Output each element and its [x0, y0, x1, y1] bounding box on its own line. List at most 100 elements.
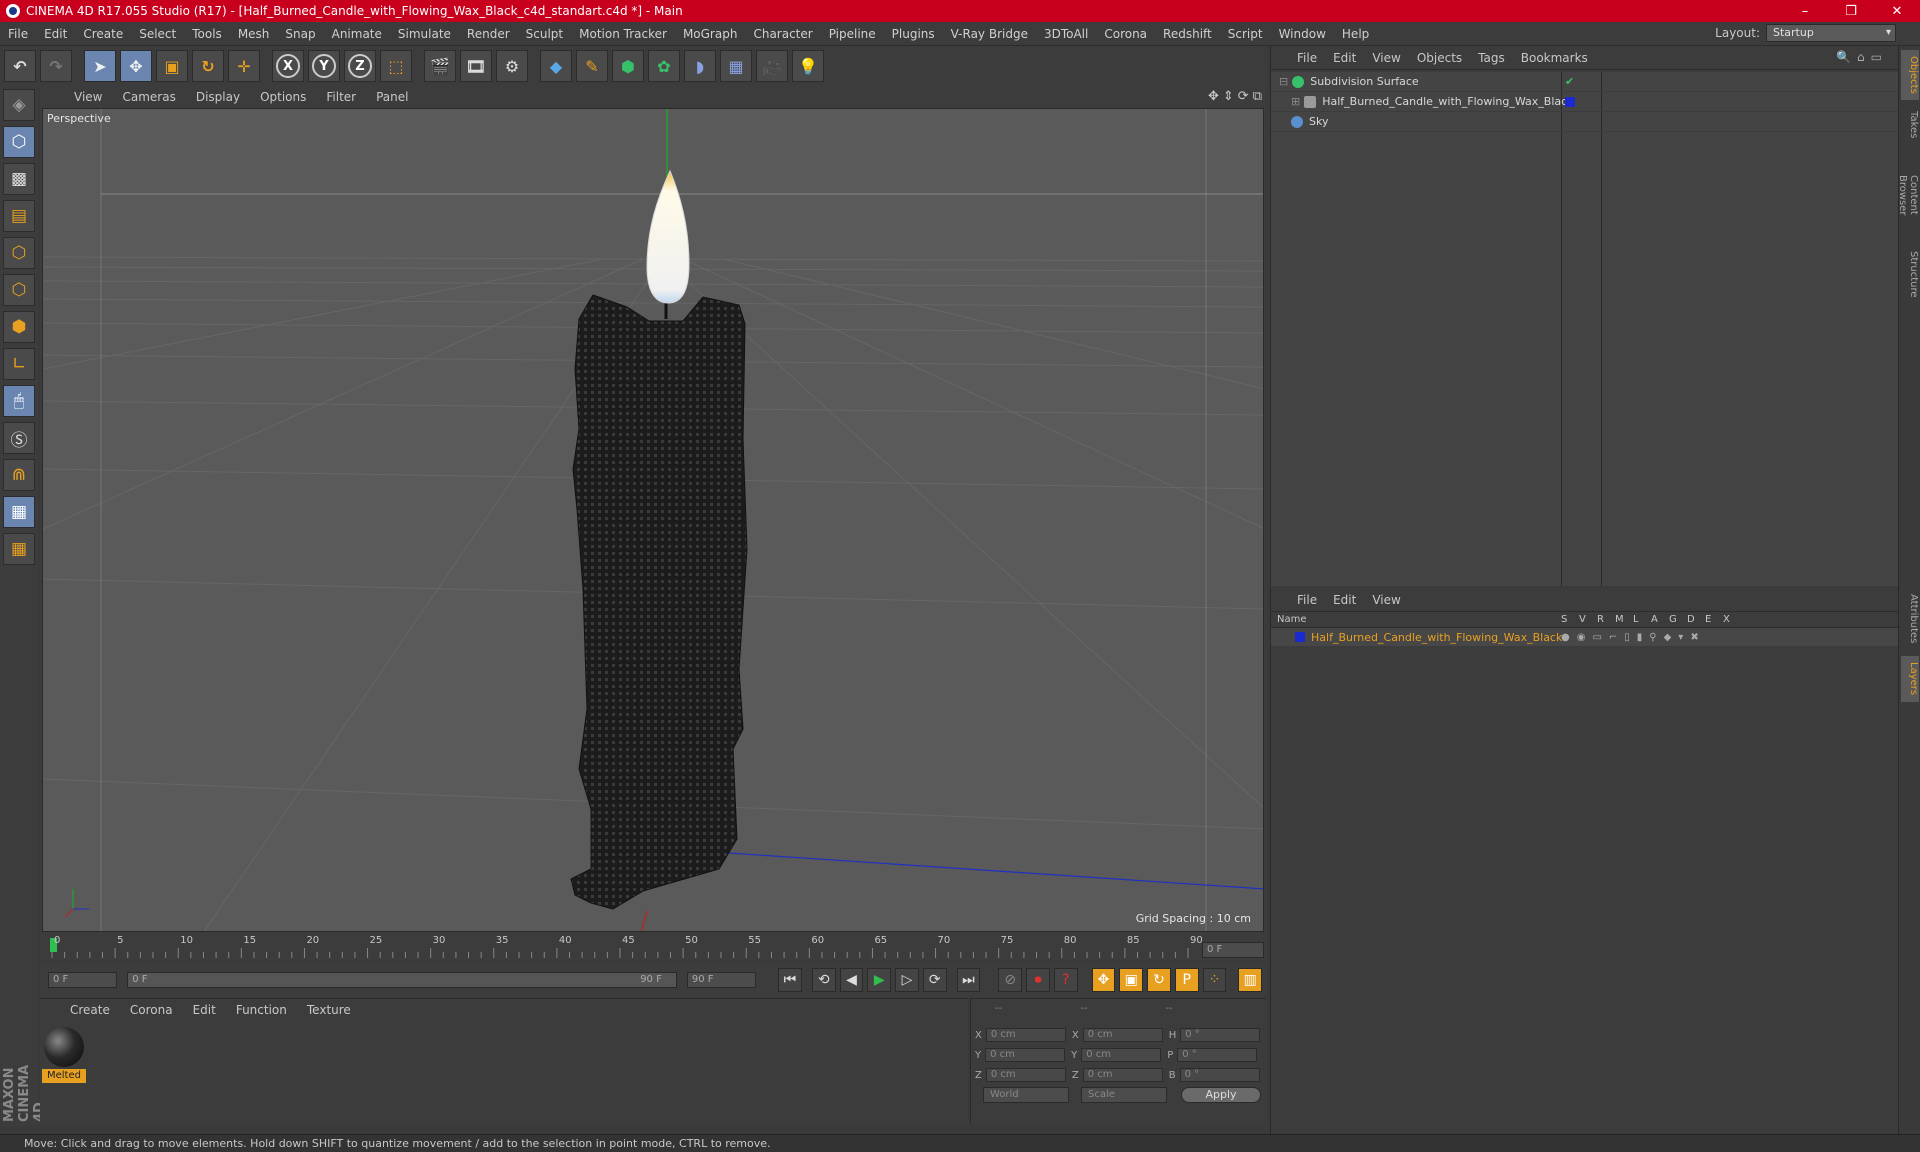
- light-icon[interactable]: 💡: [792, 50, 824, 82]
- menu-redshift[interactable]: Redshift: [1155, 27, 1220, 41]
- polygons-mode-icon[interactable]: ⬢: [3, 311, 35, 343]
- material-menu-corona[interactable]: Corona: [120, 1003, 183, 1017]
- tab-takes[interactable]: Takes: [1901, 104, 1919, 146]
- pen-spline-icon[interactable]: ✎: [576, 50, 608, 82]
- key-rotation-icon[interactable]: ↻: [1147, 968, 1171, 992]
- tweak-mode-icon[interactable]: 🖱: [3, 385, 35, 417]
- key-parameter-icon[interactable]: P: [1174, 968, 1199, 992]
- layer-menu-view[interactable]: View: [1364, 593, 1408, 607]
- record-active-objects-icon[interactable]: ⏺: [1026, 968, 1050, 992]
- coordinate-system-icon[interactable]: ⬚: [380, 50, 412, 82]
- tab-objects[interactable]: Objects: [1901, 50, 1919, 100]
- menu-3dtoall[interactable]: 3DToAll: [1036, 27, 1096, 41]
- search-icon[interactable]: 🔍: [1836, 50, 1851, 64]
- object-menu-objects[interactable]: Objects: [1409, 51, 1470, 65]
- end-frame-field[interactable]: 90 F: [686, 972, 757, 988]
- play-icon[interactable]: ▶: [867, 968, 892, 992]
- grid-lock-icon[interactable]: ▦: [3, 496, 35, 528]
- expand-icon[interactable]: ⊞: [1291, 95, 1300, 108]
- position-y-field[interactable]: 0 cm: [985, 1048, 1066, 1062]
- y-axis-lock-button[interactable]: Y: [308, 50, 340, 82]
- menu-animate[interactable]: Animate: [324, 27, 390, 41]
- viewport-menu-options[interactable]: Options: [250, 90, 316, 104]
- material-menu-create[interactable]: Create: [60, 1003, 120, 1017]
- menu-corona[interactable]: Corona: [1096, 27, 1155, 41]
- model-mode-icon[interactable]: ⬡: [3, 126, 35, 158]
- rotation-p-field[interactable]: 0 °: [1177, 1048, 1258, 1062]
- axis-mode-icon[interactable]: ∟: [3, 348, 35, 380]
- position-x-field[interactable]: 0 cm: [985, 1028, 1066, 1042]
- menu-script[interactable]: Script: [1220, 27, 1271, 41]
- size-x-field[interactable]: 0 cm: [1082, 1028, 1163, 1042]
- menu-sculpt[interactable]: Sculpt: [518, 27, 571, 41]
- make-editable-icon[interactable]: ◈: [3, 89, 35, 121]
- layout-dropdown[interactable]: Startup: [1766, 24, 1896, 42]
- menu-mesh[interactable]: Mesh: [230, 27, 278, 41]
- menu-create[interactable]: Create: [75, 27, 131, 41]
- go-to-end-icon[interactable]: ⏭: [956, 968, 981, 992]
- menu-motion-tracker[interactable]: Motion Tracker: [571, 27, 675, 41]
- record-keys-disabled-icon[interactable]: ⊘: [998, 968, 1023, 992]
- viewport-canvas[interactable]: Perspective Grid Spacing : 10 cm: [42, 108, 1264, 932]
- material-menu-texture[interactable]: Texture: [297, 1003, 361, 1017]
- menu-plugins[interactable]: Plugins: [884, 27, 943, 41]
- timeline-ruler[interactable]: 0 5 10 15 20 25 30 35 40 45 50 55 60 65 70 75 80 85 90 0 F: [40, 934, 1266, 960]
- panel-options-icon[interactable]: ▭: [1871, 50, 1882, 64]
- position-z-field[interactable]: 0 cm: [985, 1068, 1066, 1082]
- subdivision-surface-icon[interactable]: ⬢: [612, 50, 644, 82]
- enabled-check-icon[interactable]: ✔: [1565, 75, 1574, 88]
- pan-view-icon[interactable]: ✥: [1208, 89, 1219, 104]
- menu-window[interactable]: Window: [1271, 27, 1334, 41]
- previous-key-icon[interactable]: ⟲: [811, 968, 836, 992]
- deformer-icon[interactable]: ◗: [684, 50, 716, 82]
- tab-content-browser[interactable]: Content Browser: [1897, 150, 1919, 240]
- material-swatch[interactable]: Melted: [42, 1027, 86, 1083]
- size-y-field[interactable]: 0 cm: [1081, 1048, 1162, 1062]
- timeline-window-icon[interactable]: ▥: [1238, 968, 1263, 992]
- object-menu-edit[interactable]: Edit: [1325, 51, 1364, 65]
- layer-menu-file[interactable]: File: [1289, 593, 1325, 607]
- object-menu-bookmarks[interactable]: Bookmarks: [1513, 51, 1596, 65]
- menu-snap[interactable]: Snap: [277, 27, 323, 41]
- cloner-icon[interactable]: ✿: [648, 50, 680, 82]
- workplane-mode-icon[interactable]: ▤: [3, 200, 35, 232]
- move-tool-icon[interactable]: ✥: [120, 50, 152, 82]
- menu-select[interactable]: Select: [131, 27, 184, 41]
- transform-tool-icon[interactable]: ✛: [228, 50, 260, 82]
- layer-row[interactable]: Half_Burned_Candle_with_Flowing_Wax_Blac…: [1271, 628, 1899, 646]
- x-axis-lock-button[interactable]: X: [272, 50, 304, 82]
- maximize-button[interactable]: ❐: [1828, 0, 1874, 22]
- next-frame-icon[interactable]: ▷: [895, 968, 919, 992]
- object-menu-tags[interactable]: Tags: [1470, 51, 1513, 65]
- tab-layers[interactable]: Layers: [1901, 656, 1919, 702]
- viewport-menu-view[interactable]: View: [64, 90, 112, 104]
- key-pla-icon[interactable]: ⁘: [1202, 968, 1227, 992]
- camera-icon[interactable]: 🎥: [756, 50, 788, 82]
- select-tool-icon[interactable]: ➤: [84, 50, 116, 82]
- current-frame-field[interactable]: 0 F: [1202, 942, 1264, 958]
- redo-icon[interactable]: ↷: [40, 50, 72, 82]
- cube-primitive-icon[interactable]: ◆: [540, 50, 572, 82]
- size-mode-dropdown[interactable]: Scale: [1081, 1087, 1167, 1103]
- key-position-icon[interactable]: ✥: [1091, 968, 1116, 992]
- layer-menu-edit[interactable]: Edit: [1325, 593, 1364, 607]
- layer-toggle-icons[interactable]: ●◉▭⌐▯▮⚲◆▾✖: [1561, 632, 1706, 643]
- coordinate-space-dropdown[interactable]: World: [983, 1087, 1069, 1103]
- tab-attributes[interactable]: Attributes: [1901, 586, 1919, 652]
- menu-help[interactable]: Help: [1334, 27, 1377, 41]
- dolly-view-icon[interactable]: ⇕: [1223, 89, 1234, 104]
- material-menu-function[interactable]: Function: [226, 1003, 297, 1017]
- edit-render-settings-icon[interactable]: ⚙: [496, 50, 528, 82]
- layer-color-swatch[interactable]: [1565, 96, 1575, 107]
- viewport-menu-filter[interactable]: Filter: [316, 90, 366, 104]
- rotation-h-field[interactable]: 0 °: [1180, 1028, 1261, 1042]
- autokeying-icon[interactable]: ?: [1053, 968, 1078, 992]
- grid-snap-icon[interactable]: ▦: [3, 533, 35, 565]
- object-row[interactable]: Sky: [1271, 112, 1899, 132]
- z-axis-lock-button[interactable]: Z: [344, 50, 376, 82]
- go-to-start-icon[interactable]: ⏮: [778, 968, 802, 992]
- size-z-field[interactable]: 0 cm: [1082, 1068, 1163, 1082]
- minimize-button[interactable]: –: [1782, 0, 1828, 22]
- edges-mode-icon[interactable]: ⬡: [3, 274, 35, 306]
- menu-character[interactable]: Character: [745, 27, 820, 41]
